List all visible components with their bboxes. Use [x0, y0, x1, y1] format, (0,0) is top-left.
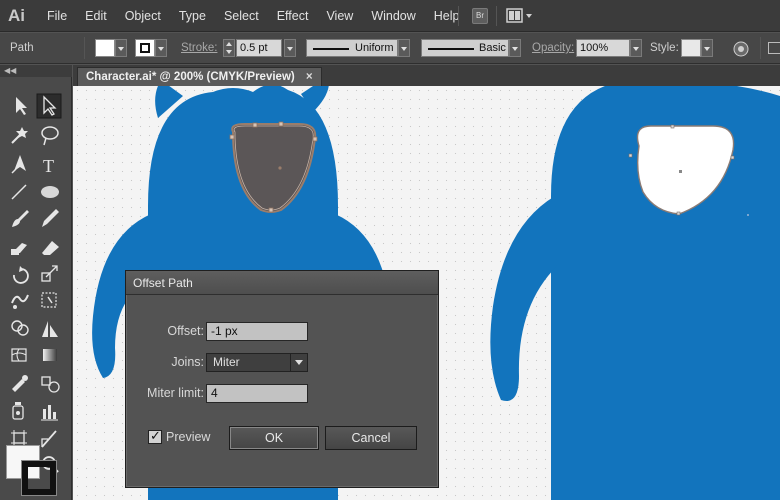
cancel-button[interactable]: Cancel	[325, 426, 417, 450]
recolor-artwork-button[interactable]	[733, 41, 749, 57]
slice-tool-icon[interactable]	[41, 430, 57, 448]
eyedropper-tool-icon[interactable]	[12, 375, 28, 392]
menu-type[interactable]: Type	[170, 0, 215, 32]
offset-label: Offset:	[167, 324, 204, 338]
dialog-title[interactable]: Offset Path	[126, 271, 438, 295]
app-logo: Ai	[8, 6, 25, 25]
menu-separator	[496, 6, 497, 26]
brush-dropdown[interactable]	[509, 39, 521, 57]
menu-effect[interactable]: Effect	[268, 0, 318, 32]
align-icon[interactable]	[768, 42, 780, 54]
joins-select[interactable]: Miter	[206, 353, 308, 372]
tools-panel: ◀◀ T	[0, 65, 72, 500]
style-label: Style:	[650, 42, 679, 54]
brush-definition-select[interactable]: Basic	[421, 39, 509, 57]
offset-path-dialog: Offset Path Offset: -1 px Joins: Miter M…	[125, 270, 439, 488]
line-segment-tool-icon[interactable]	[11, 184, 27, 200]
stroke-weight-input[interactable]: 0.5 pt	[236, 39, 282, 57]
type-tool-icon[interactable]: T	[43, 156, 54, 176]
menu-view[interactable]: View	[317, 0, 362, 32]
menu-bar: Ai File Edit Object Type Select Effect V…	[0, 0, 780, 32]
joins-value: Miter	[213, 355, 240, 369]
menu-items: File Edit Object Type Select Effect View…	[38, 0, 469, 32]
stroke-color-swatch[interactable]	[135, 39, 155, 57]
magic-wand-tool-icon[interactable]	[11, 127, 28, 144]
blob-brush-tool-icon[interactable]	[11, 243, 27, 255]
ellipse-tool-icon[interactable]	[41, 186, 59, 198]
lasso-tool-icon[interactable]	[41, 126, 59, 146]
bridge-button[interactable]: Br	[472, 8, 488, 24]
chevron-down-icon	[290, 354, 307, 371]
scale-tool-icon[interactable]	[41, 265, 58, 282]
profile-stroke-preview	[313, 48, 349, 50]
preview-checkbox[interactable]	[148, 428, 162, 444]
menu-file[interactable]: File	[38, 0, 76, 32]
graphic-style-swatch[interactable]	[681, 39, 701, 57]
control-separator	[760, 37, 761, 59]
stroke-color-dropdown[interactable]	[155, 39, 167, 57]
brush-stroke-preview	[428, 48, 474, 50]
perspective-grid-tool-icon[interactable]	[42, 321, 58, 337]
collapse-icon[interactable]: ◀◀	[4, 66, 16, 75]
opacity-dropdown[interactable]	[630, 39, 642, 57]
fill-color-swatch[interactable]	[95, 39, 115, 57]
opacity-label[interactable]: Opacity:	[532, 42, 574, 54]
close-tab-icon[interactable]: ×	[306, 71, 313, 83]
preview-label[interactable]: Preview	[166, 430, 210, 444]
svg-text:T: T	[43, 156, 54, 176]
opacity-input[interactable]: 100%	[576, 39, 630, 57]
column-graph-tool-icon[interactable]	[41, 405, 58, 421]
control-bar: Path Stroke: 0.5 pt Uniform Basic Opacit…	[0, 33, 780, 64]
brush-value: Basic	[479, 42, 506, 54]
menu-separator	[458, 6, 459, 26]
shape-builder-tool-icon[interactable]	[11, 320, 29, 336]
selection-tool-icon[interactable]	[16, 97, 27, 115]
rotate-tool-icon[interactable]	[13, 266, 29, 284]
document-tab-bar: Character.ai* @ 200% (CMYK/Preview) ×	[73, 65, 780, 86]
stroke-square-icon	[140, 43, 150, 53]
pencil-tool-icon[interactable]	[42, 209, 59, 227]
free-transform-tool-icon[interactable]	[41, 292, 57, 308]
width-profile-dropdown[interactable]	[398, 39, 410, 57]
eraser-tool-icon[interactable]	[42, 241, 59, 255]
offset-input[interactable]: -1 px	[206, 322, 308, 341]
variable-width-profile-select[interactable]: Uniform	[306, 39, 398, 57]
menu-object[interactable]: Object	[116, 0, 170, 32]
gradient-tool-icon[interactable]	[43, 349, 57, 361]
miter-limit-input[interactable]: 4	[206, 384, 308, 403]
artboard-tool-icon[interactable]	[11, 430, 27, 446]
menu-help[interactable]: Help	[425, 0, 469, 32]
blend-tool-icon[interactable]	[41, 376, 60, 393]
symbol-sprayer-tool-icon[interactable]	[12, 402, 24, 420]
stroke-swatch[interactable]	[21, 460, 57, 496]
joins-label: Joins:	[171, 355, 204, 369]
direct-selection-tool-icon[interactable]	[36, 93, 62, 119]
control-separator	[84, 37, 85, 59]
stroke-label[interactable]: Stroke:	[181, 42, 217, 54]
tools-grid: T	[11, 93, 62, 473]
selection-type-label: Path	[10, 42, 34, 54]
miter-limit-label: Miter limit:	[147, 386, 204, 400]
stroke-weight-spinner[interactable]	[223, 39, 235, 57]
menu-window[interactable]: Window	[362, 0, 424, 32]
warp-tool-icon[interactable]	[11, 294, 29, 309]
menu-select[interactable]: Select	[215, 0, 268, 32]
graphic-style-dropdown[interactable]	[701, 39, 713, 57]
mesh-tool-icon[interactable]	[11, 348, 27, 362]
paintbrush-tool-icon[interactable]	[12, 210, 29, 227]
color-wheel-icon	[733, 41, 749, 57]
document-tab[interactable]: Character.ai* @ 200% (CMYK/Preview) ×	[77, 67, 322, 86]
width-profile-value: Uniform	[355, 42, 394, 54]
pen-tool-icon[interactable]	[11, 155, 26, 174]
tools-panel-header[interactable]: ◀◀	[0, 65, 72, 77]
stroke-weight-dropdown[interactable]	[284, 39, 296, 57]
arrange-documents-icon	[506, 8, 532, 23]
ok-button[interactable]: OK	[229, 426, 319, 450]
menu-edit[interactable]: Edit	[76, 0, 116, 32]
document-tab-title: Character.ai* @ 200% (CMYK/Preview)	[86, 71, 295, 83]
character-right[interactable]	[490, 86, 780, 500]
fill-color-dropdown[interactable]	[115, 39, 127, 57]
arrange-documents-button[interactable]	[506, 8, 536, 24]
